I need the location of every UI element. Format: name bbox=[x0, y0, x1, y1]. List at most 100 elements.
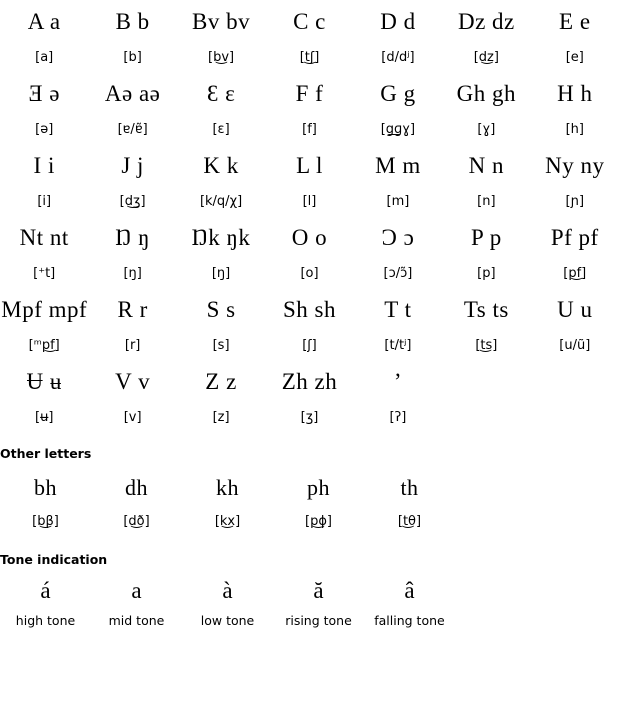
alphabet-letter-cell: Mpf mpf bbox=[0, 288, 88, 332]
alphabet-ipa-cell: [h] bbox=[531, 116, 619, 144]
other-letter-ipa-cell: [t͜θ] bbox=[364, 508, 455, 536]
alphabet-letter-cell: Zh zh bbox=[265, 360, 353, 404]
alphabet-ipa-cell: [ʒ] bbox=[265, 404, 353, 432]
alphabet-ipa: [n] bbox=[477, 194, 496, 209]
alphabet-ipa-cell: [⁺t] bbox=[0, 260, 88, 288]
alphabet-ipa-cell: [s] bbox=[177, 332, 265, 360]
alphabet-ipa-cell: [g͟ɡɣ] bbox=[354, 116, 442, 144]
alphabet-letter-cell: N n bbox=[442, 144, 530, 188]
other-letter-cell: th bbox=[364, 468, 455, 508]
alphabet-letter-cell: E e bbox=[531, 0, 619, 44]
other-letter: dh bbox=[125, 475, 148, 500]
alphabet-ipa-cell: [a] bbox=[0, 44, 88, 72]
alphabet-grid: A a B b Bv bv C c D d Dz dz E e [a] [b] [b͜v] [t͜ʃ… bbox=[0, 0, 619, 432]
alphabet-ipa-cell: [f] bbox=[265, 116, 353, 144]
alphabet-ipa: [v] bbox=[123, 410, 142, 425]
alphabet-letter-cell: Sh sh bbox=[265, 288, 353, 332]
alphabet-ipa: [p͜f] bbox=[563, 266, 587, 281]
other-letter-ipa-cell: [k͜x] bbox=[182, 508, 273, 536]
other-letter-ipa: [b͜β] bbox=[32, 514, 59, 529]
alphabet-ipa-cell: [e] bbox=[531, 44, 619, 72]
alphabet-ipa-cell bbox=[442, 404, 530, 432]
alphabet-ipa-cell: [v] bbox=[88, 404, 176, 432]
alphabet-ipa: [⁺t] bbox=[33, 266, 56, 281]
alphabet-ipa: [h] bbox=[565, 122, 584, 137]
alphabet-letter-cell: ’ bbox=[354, 360, 442, 404]
alphabet-ipa: [p] bbox=[477, 266, 496, 281]
alphabet-letter: A a bbox=[27, 9, 61, 34]
alphabet-ipa-cell: [ɣ] bbox=[442, 116, 530, 144]
alphabet-ipa: [s] bbox=[212, 338, 230, 353]
alphabet-letter: C c bbox=[293, 9, 326, 34]
tone-label: high tone bbox=[15, 613, 76, 628]
alphabet-ipa: [ʉ] bbox=[35, 410, 54, 425]
tone-mark: â bbox=[404, 578, 415, 603]
tone-label: mid tone bbox=[108, 613, 165, 628]
alphabet-letter-cell: R r bbox=[88, 288, 176, 332]
other-letter-ipa: [k͜x] bbox=[214, 514, 241, 529]
alphabet-letter: ’ bbox=[393, 369, 402, 394]
alphabet-letter: T t bbox=[384, 297, 412, 322]
alphabet-letter-cell: G g bbox=[354, 72, 442, 116]
alphabet-letter: Bv bv bbox=[192, 9, 251, 34]
tone-indication-grid: á a à ă â high tone mid tone low tone rising ton… bbox=[0, 572, 455, 632]
alphabet-letter-cell: Ɔ ɔ bbox=[354, 216, 442, 260]
alphabet-ipa-cell: [ʔ] bbox=[354, 404, 442, 432]
tone-mark-cell: ă bbox=[273, 572, 364, 610]
alphabet-letter: Ʉ ʉ bbox=[26, 369, 62, 394]
alphabet-ipa-cell: [ɲ] bbox=[531, 188, 619, 216]
alphabet-ipa-cell: [n] bbox=[442, 188, 530, 216]
alphabet-letter-cell: Ǝ ə bbox=[0, 72, 88, 116]
alphabet-ipa: [o] bbox=[300, 266, 319, 281]
alphabet-ipa: [ɔ/ɔ̃] bbox=[383, 266, 413, 281]
alphabet-ipa-cell: [u/ũ] bbox=[531, 332, 619, 360]
tone-label-cell: rising tone bbox=[273, 610, 364, 632]
alphabet-ipa-cell: [r] bbox=[88, 332, 176, 360]
alphabet-letter-cell: Ŋ ŋ bbox=[88, 216, 176, 260]
alphabet-letter-cell: A a bbox=[0, 0, 88, 44]
alphabet-letter-cell: Ŋk ŋk bbox=[177, 216, 265, 260]
other-letter-ipa-cell: [p͜ɸ] bbox=[273, 508, 364, 536]
alphabet-ipa-cell: [t/tʲ] bbox=[354, 332, 442, 360]
alphabet-letter-cell: F f bbox=[265, 72, 353, 116]
tone-mark: ă bbox=[313, 578, 324, 603]
alphabet-letter-cell: P p bbox=[442, 216, 530, 260]
alphabet-ipa: [ɲ] bbox=[565, 194, 585, 209]
alphabet-letter: Ts ts bbox=[463, 297, 509, 322]
other-letter-ipa: [d͜ð] bbox=[123, 514, 150, 529]
alphabet-ipa-cell: [d͜ʒ] bbox=[88, 188, 176, 216]
alphabet-letter: L l bbox=[296, 153, 323, 178]
tone-mark: a bbox=[131, 578, 142, 603]
alphabet-ipa: [d/dʲ] bbox=[381, 50, 415, 65]
alphabet-ipa: [b] bbox=[123, 50, 142, 65]
other-letter-ipa-cell: [d͜ð] bbox=[91, 508, 182, 536]
alphabet-letter: V v bbox=[115, 369, 151, 394]
alphabet-ipa-cell: [ŋ] bbox=[88, 260, 176, 288]
alphabet-letter: O o bbox=[291, 225, 328, 250]
alphabet-ipa-cell: [t͜ʃ] bbox=[265, 44, 353, 72]
other-letter-cell: bh bbox=[0, 468, 91, 508]
alphabet-letter: Zh zh bbox=[281, 369, 338, 394]
alphabet-ipa-cell: [t͜s] bbox=[442, 332, 530, 360]
tone-mark-cell: â bbox=[364, 572, 455, 610]
alphabet-letter: K k bbox=[203, 153, 239, 178]
alphabet-ipa: [r] bbox=[124, 338, 141, 353]
alphabet-letter: M m bbox=[375, 153, 421, 178]
alphabet-letter-cell: Z z bbox=[177, 360, 265, 404]
alphabet-letter-cell: K k bbox=[177, 144, 265, 188]
alphabet-letter: U u bbox=[557, 297, 593, 322]
tone-mark: à bbox=[222, 578, 233, 603]
alphabet-letter: G g bbox=[380, 81, 416, 106]
alphabet-ipa: [l] bbox=[302, 194, 317, 209]
other-letter-ipa: [p͜ɸ] bbox=[305, 514, 332, 529]
alphabet-ipa-cell: [b] bbox=[88, 44, 176, 72]
alphabet-letter-cell: O o bbox=[265, 216, 353, 260]
alphabet-letter-cell: S s bbox=[177, 288, 265, 332]
alphabet-ipa: [k/q/χ] bbox=[199, 194, 243, 209]
tone-indication-heading: Tone indication bbox=[0, 552, 108, 567]
tone-label-cell: high tone bbox=[0, 610, 91, 632]
alphabet-ipa-cell: [d/dʲ] bbox=[354, 44, 442, 72]
alphabet-letter-cell: Gh gh bbox=[442, 72, 530, 116]
spacer-before-other-letters bbox=[0, 432, 619, 446]
other-letter-cell: dh bbox=[91, 468, 182, 508]
